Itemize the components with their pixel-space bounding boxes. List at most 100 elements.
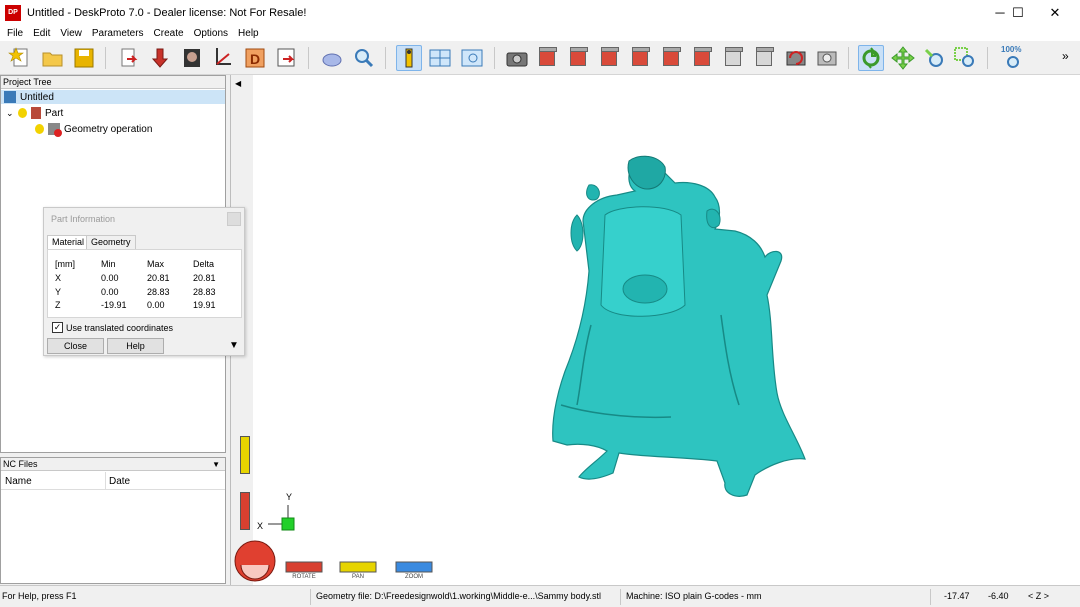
chevron-down-icon[interactable]: ⌄	[6, 108, 18, 119]
design-d-icon: D	[245, 48, 265, 68]
row-x-delta: 20.81	[193, 273, 216, 283]
hobbit-model	[552, 155, 806, 497]
info-button[interactable]	[396, 45, 422, 71]
zoom-window-button[interactable]	[952, 45, 978, 71]
view-front-button[interactable]	[566, 45, 592, 71]
project-icon	[4, 91, 16, 103]
row-z-label: Z	[55, 300, 61, 310]
view-back-button[interactable]	[659, 45, 685, 71]
lightbulb-icon[interactable]	[18, 108, 27, 118]
preview-button[interactable]	[350, 45, 376, 71]
rotate-dial-icon[interactable]	[234, 540, 276, 582]
view-top-button[interactable]	[535, 45, 561, 71]
menu-edit[interactable]: Edit	[28, 28, 55, 39]
view-right-button[interactable]	[597, 45, 623, 71]
simulate-button[interactable]	[319, 45, 345, 71]
maximize-button[interactable]: ☐	[1000, 0, 1036, 25]
reset-view-button[interactable]	[814, 45, 840, 71]
export-icon	[277, 48, 295, 67]
tree-item-untitled[interactable]: Untitled	[1, 90, 225, 104]
row-x-max: 20.81	[147, 273, 170, 283]
dropdown-arrow-icon[interactable]: ▼	[212, 458, 220, 471]
close-dialog-button[interactable]: Close	[47, 338, 104, 354]
tree-item-geometry-operation[interactable]: Geometry operation	[35, 122, 152, 137]
import-part-button[interactable]	[149, 45, 175, 71]
status-help: For Help, press F1	[2, 591, 77, 601]
part-icon	[31, 107, 41, 119]
design-button[interactable]: D	[242, 45, 268, 71]
export-button[interactable]	[273, 45, 299, 71]
tree-item-untitled-label: Untitled	[20, 91, 54, 103]
magnifier-icon	[355, 49, 374, 68]
view-left-button[interactable]	[628, 45, 654, 71]
menu-create[interactable]: Create	[149, 28, 189, 39]
close-button[interactable]: ✕	[1037, 0, 1073, 25]
model-canvas[interactable]: Y X	[231, 75, 1080, 585]
nc-files-header[interactable]: NC Files ▼	[1, 458, 225, 471]
translated-coordinates-checkbox[interactable]: ✓	[52, 322, 63, 333]
expand-down-icon[interactable]: ▼	[229, 340, 239, 351]
view-bottom-button[interactable]	[690, 45, 716, 71]
bitmap-icon	[184, 49, 200, 67]
status-geometry-file: Geometry file: D:\Freedesignwold\1.worki…	[316, 591, 601, 601]
import-geometry-icon	[121, 48, 138, 67]
view-front-icon	[570, 47, 588, 66]
nc-files-panel: NC Files ▼ Name Date	[0, 457, 226, 584]
vector-icon	[216, 48, 231, 65]
help-button[interactable]: Help	[107, 338, 164, 354]
lightbulb-icon[interactable]	[35, 124, 44, 134]
row-z-delta: 19.91	[193, 300, 216, 310]
menu-options[interactable]: Options	[189, 28, 233, 39]
axis-x-label: X	[257, 521, 263, 531]
snapshot-button[interactable]	[504, 45, 530, 71]
split-view-button[interactable]	[427, 45, 453, 71]
menu-parameters[interactable]: Parameters	[87, 28, 149, 39]
new-file-button[interactable]	[8, 45, 34, 71]
import-geometry-button[interactable]	[117, 45, 143, 71]
operation-error-icon	[48, 123, 62, 137]
import-vector-button[interactable]	[211, 45, 237, 71]
pan-arrows-icon	[891, 46, 915, 70]
zoom-mode-button[interactable]	[921, 45, 947, 71]
menu-file[interactable]: File	[2, 28, 28, 39]
save-file-button[interactable]	[71, 45, 97, 71]
status-coord-y: -6.40	[988, 591, 1009, 601]
part-information-table: [mm] Min Max Delta X 0.00 20.81 20.81 Y …	[47, 249, 242, 318]
part-information-title: Part Information	[51, 214, 116, 224]
header-min: Min	[101, 259, 116, 269]
zoom-in-icon	[924, 48, 943, 67]
project-tree-header: Project Tree	[1, 76, 225, 89]
3d-viewport[interactable]: ◀ Y X ROTATE PAN ZOOM	[230, 75, 1080, 585]
view-iso-button[interactable]	[721, 45, 747, 71]
import-bitmap-button[interactable]	[180, 45, 206, 71]
menu-help[interactable]: Help	[233, 28, 264, 39]
rotate-mode-button[interactable]	[858, 45, 884, 71]
pan-mode-button[interactable]	[890, 45, 916, 71]
column-name[interactable]: Name	[5, 476, 32, 487]
refresh-view-button[interactable]	[783, 45, 809, 71]
zoom-100-button[interactable]: 100%	[998, 45, 1028, 71]
tab-geometry[interactable]: Geometry	[86, 235, 136, 249]
status-axis-mode: < Z >	[1028, 591, 1050, 601]
nc-files-title: NC Files	[3, 459, 38, 469]
toolbar-overflow-button[interactable]: »	[1062, 49, 1069, 63]
tree-item-part[interactable]: ⌄ Part	[6, 106, 63, 120]
tab-material[interactable]: Material	[47, 235, 90, 249]
view-iso2-button[interactable]	[752, 45, 778, 71]
menu-view[interactable]: View	[55, 28, 87, 39]
reset-view-icon	[817, 51, 837, 66]
zoom-slider[interactable]	[395, 561, 433, 573]
menu-bar: File Edit View Parameters Create Options…	[0, 25, 1080, 41]
open-folder-icon	[42, 52, 63, 67]
rotate-slider[interactable]	[285, 561, 323, 573]
pan-slider[interactable]	[339, 561, 377, 573]
pan-label: PAN	[352, 574, 364, 580]
dialog-close-icon[interactable]	[227, 212, 241, 226]
open-file-button[interactable]	[40, 45, 66, 71]
row-y-label: Y	[55, 287, 62, 297]
single-view-button[interactable]	[459, 45, 485, 71]
axis-y-label: Y	[286, 492, 292, 502]
save-icon	[74, 48, 94, 68]
column-date[interactable]: Date	[109, 476, 130, 487]
window-title: Untitled - DeskProto 7.0 - Dealer licens…	[27, 6, 307, 19]
